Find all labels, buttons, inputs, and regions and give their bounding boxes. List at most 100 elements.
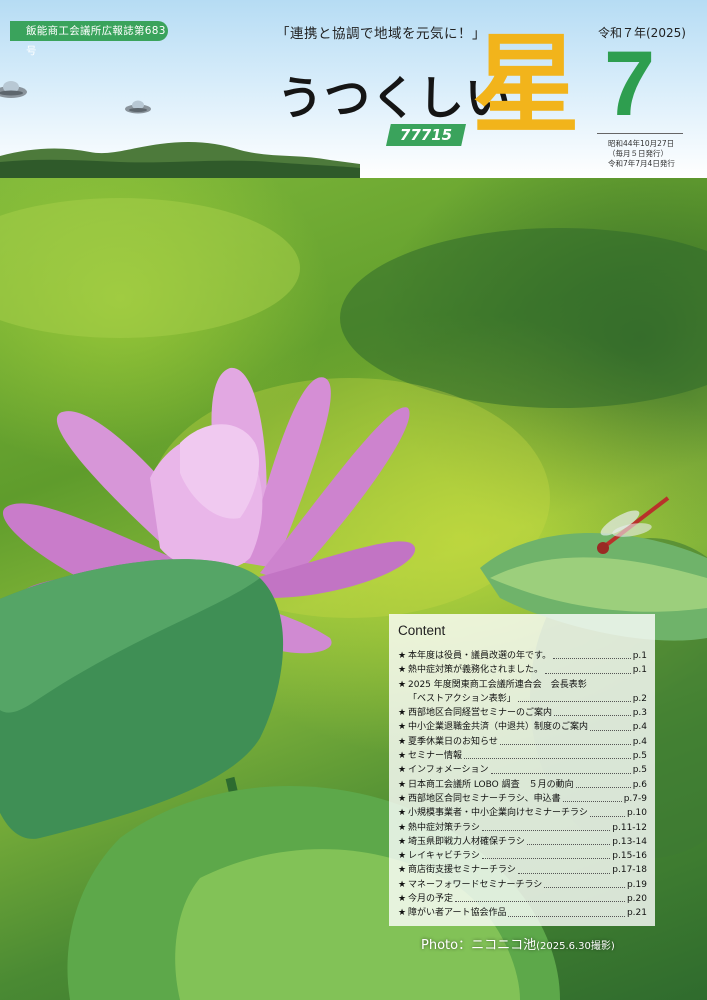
star-bullet-icon: ★	[398, 879, 407, 890]
toc-leader	[481, 858, 611, 860]
star-bullet-icon: ★	[398, 736, 407, 747]
toc-item: ★ 熱中症対策が義務化されました。 p.1	[398, 663, 647, 677]
toc-item: ★ 日本商工会議所 LOBO 調査 ５月の動向 p.6	[398, 778, 647, 792]
photo-credit-text: Photo：ニコニコ池	[421, 938, 537, 953]
mountain-silhouette-icon	[0, 142, 360, 178]
masthead: 飯能商工会議所広報誌第683号 「連携と協調で地域を元気に！」 令和７年(202…	[0, 0, 707, 178]
toc-item-page: p.19	[626, 879, 647, 890]
toc-leader	[575, 786, 631, 788]
table-of-contents: Content ★ 本年度は役員・議員改選の年です。 p.1 ★ 熱中症対策が義務化され…	[389, 614, 655, 926]
toc-item-text: 小規模事業者・中小企業向けセミナーチラシ	[408, 808, 588, 819]
star-bullet-icon: ★	[398, 751, 407, 762]
ufo-icon	[0, 81, 27, 98]
star-bullet-icon: ★	[398, 836, 407, 847]
star-bullet-icon: ★	[398, 865, 407, 876]
issue-month: 7	[604, 33, 656, 135]
toc-item-page: p.7-9	[623, 793, 647, 804]
toc-item-text: セミナー情報	[408, 751, 463, 762]
toc-item: ★ 埼玉県即戦力人材確保チラシ p.13-14	[398, 835, 647, 849]
toc-leader	[499, 744, 631, 746]
toc-leader	[545, 672, 631, 674]
toc-item-text: 日本商工会議所 LOBO 調査 ５月の動向	[408, 779, 574, 790]
toc-item-text: 商店街支援セミナーチラシ	[408, 865, 516, 876]
star-bullet-icon: ★	[398, 679, 407, 690]
toc-item-text: 埼玉県即戦力人材確保チラシ	[408, 836, 525, 847]
toc-item-page: p.5	[632, 751, 647, 762]
toc-leader	[490, 772, 631, 774]
toc-leader	[517, 701, 631, 703]
toc-item-text: インフォメーション	[408, 765, 489, 776]
star-bullet-icon: ★	[398, 822, 407, 833]
toc-item-page: p.4	[632, 722, 647, 733]
toc-item-page: p.1	[632, 651, 647, 661]
toc-item: ★ 小規模事業者・中小企業向けセミナーチラシ p.10	[398, 806, 647, 820]
star-bullet-icon: ★	[398, 779, 407, 790]
toc-leader	[544, 887, 625, 889]
toc-item: ★ 中小企業退職金共済（中退共）制度のご案内 p.4	[398, 720, 647, 734]
toc-item: 「ベストアクション表彰」 p.2	[398, 692, 647, 706]
toc-item: ★ セミナー情報 p.5	[398, 749, 647, 763]
toc-item: ★ 今月の予定 p.20	[398, 892, 647, 906]
toc-item-text: 西部地区合同セミナーチラシ、申込書	[408, 793, 561, 804]
star-bullet-icon: ★	[398, 722, 407, 733]
toc-item: ★ インフォメーション p.5	[398, 763, 647, 777]
publication-note-line: 令和7年7月4日発行	[608, 159, 675, 168]
toc-item-text: 今月の予定	[408, 894, 454, 905]
toc-item: ★ 本年度は役員・議員改選の年です。 p.1	[398, 649, 647, 663]
toc-item: ★ 夏季休業日のお知らせ p.4	[398, 735, 647, 749]
toc-item-text: 熱中症対策が義務化されました。	[408, 665, 544, 676]
toc-item-text: 2025 年度関東商工会議所連合会 会長表彰	[408, 679, 587, 690]
toc-item-page: p.10	[626, 808, 647, 819]
toc-leader	[455, 901, 625, 903]
toc-item: ★ 西部地区合同経営セミナーのご案内 p.3	[398, 706, 647, 720]
toc-item-text: 「ベストアクション表彰」	[408, 693, 516, 704]
toc-item: ★ 商店街支援セミナーチラシ p.17-18	[398, 863, 647, 877]
toc-item-page: p.17-18	[612, 865, 647, 876]
star-bullet-icon: ★	[398, 808, 407, 819]
toc-leader	[526, 844, 611, 846]
divider	[597, 133, 683, 134]
star-bullet-icon: ★	[398, 793, 407, 804]
toc-item-page: p.20	[626, 894, 647, 905]
toc-item-text: 熱中症対策チラシ	[408, 822, 480, 833]
toc-leader	[554, 715, 631, 717]
toc-leader	[508, 915, 625, 917]
publication-note-line: （毎月５日発行）	[608, 149, 668, 158]
toc-leader	[464, 758, 631, 760]
toc-item-page: p.3	[632, 708, 647, 719]
star-bullet-icon: ★	[398, 708, 407, 719]
toc-item-page: p.5	[632, 765, 647, 776]
toc-item: ★ マネーフォワードセミナーチラシ p.19	[398, 878, 647, 892]
toc-item-page: p.13-14	[612, 836, 647, 847]
toc-item: ★ 障がい者アート協会作品 p.21	[398, 906, 647, 920]
photo-credit: Photo：ニコニコ池(2025.6.30撮影)	[421, 934, 615, 953]
toc-item-text: 夏季休業日のお知らせ	[408, 736, 498, 747]
toc-item-page: p.6	[632, 779, 647, 790]
star-bullet-icon: ★	[398, 665, 407, 676]
toc-item-page: p.2	[632, 693, 647, 704]
toc-leader	[589, 815, 625, 817]
ufo-icon	[125, 100, 151, 114]
issue-badge: 77715	[386, 124, 466, 146]
star-bullet-icon: ★	[398, 651, 407, 661]
publication-note-line: 昭和44年10月27日	[608, 139, 675, 148]
toc-title: Content	[398, 623, 446, 638]
star-bullet-icon: ★	[398, 765, 407, 776]
star-bullet-icon: ★	[398, 894, 407, 905]
toc-item: ★ 2025 年度関東商工会議所連合会 会長表彰	[398, 678, 647, 692]
publication-note: 昭和44年10月27日 （毎月５日発行） 令和7年7月4日発行	[608, 139, 675, 169]
toc-item-page: p.1	[632, 665, 647, 676]
toc-leader	[517, 872, 611, 874]
toc-item-text: 中小企業退職金共済（中退共）制度のご案内	[408, 722, 589, 733]
publication-badge: 飯能商工会議所広報誌第683号	[10, 21, 168, 57]
toc-leader	[590, 729, 631, 731]
toc-item: ★ レイキャビチラシ p.15-16	[398, 849, 647, 863]
toc-item-page: p.4	[632, 736, 647, 747]
star-bullet-icon: ★	[398, 908, 407, 919]
photo-credit-date: (2025.6.30撮影)	[536, 941, 615, 952]
toc-item-text: レイキャビチラシ	[408, 851, 480, 862]
star-bullet-icon: ★	[398, 851, 407, 862]
toc-item-text: マネーフォワードセミナーチラシ	[408, 879, 543, 890]
toc-item-text: 本年度は役員・議員改選の年です。	[408, 651, 552, 661]
toc-item-text: 障がい者アート協会作品	[408, 908, 507, 919]
